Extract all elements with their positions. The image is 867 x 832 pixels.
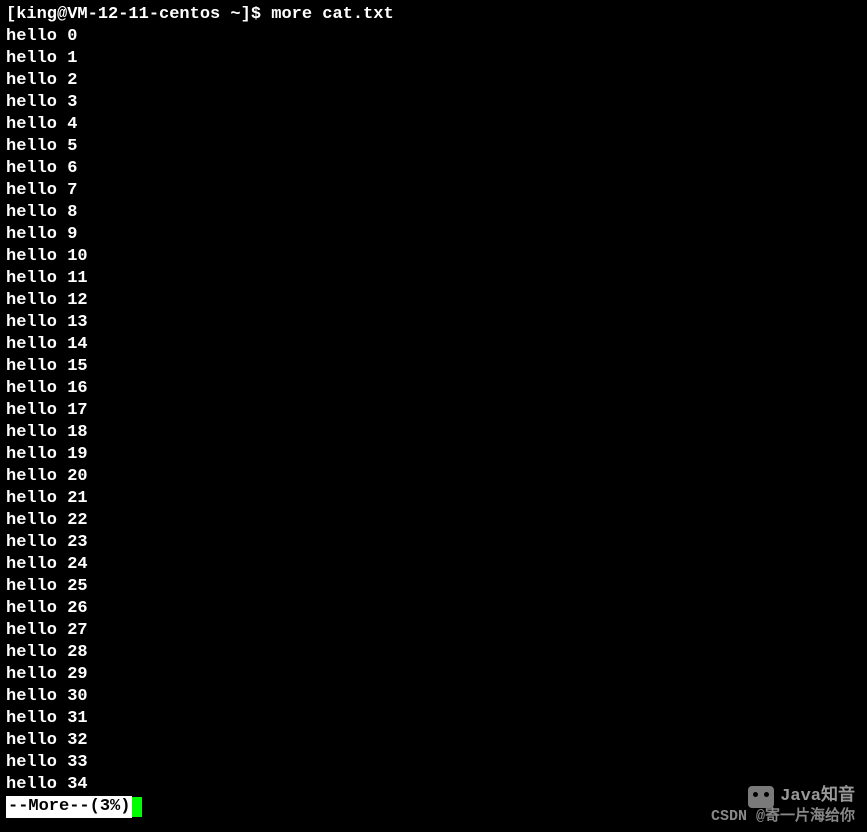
watermark-text-1: Java知音 — [780, 786, 855, 808]
output-line: hello 9 — [6, 224, 861, 246]
output-line: hello 30 — [6, 686, 861, 708]
output-line: hello 29 — [6, 664, 861, 686]
output-line: hello 32 — [6, 730, 861, 752]
output-line: hello 27 — [6, 620, 861, 642]
output-line: hello 28 — [6, 642, 861, 664]
file-content: hello 0hello 1hello 2hello 3hello 4hello… — [6, 26, 861, 796]
output-line: hello 33 — [6, 752, 861, 774]
cursor-icon — [132, 797, 142, 817]
output-line: hello 21 — [6, 488, 861, 510]
output-line: hello 17 — [6, 400, 861, 422]
output-line: hello 11 — [6, 268, 861, 290]
output-line: hello 22 — [6, 510, 861, 532]
output-line: hello 10 — [6, 246, 861, 268]
output-line: hello 5 — [6, 136, 861, 158]
output-line: hello 1 — [6, 48, 861, 70]
wechat-icon — [748, 786, 774, 808]
watermark-csdn: CSDN @寄一片海给你 — [711, 806, 855, 828]
more-progress-text: --More--(3%) — [6, 796, 132, 818]
output-line: hello 15 — [6, 356, 861, 378]
output-line: hello 4 — [6, 114, 861, 136]
output-line: hello 31 — [6, 708, 861, 730]
output-line: hello 0 — [6, 26, 861, 48]
output-line: hello 20 — [6, 466, 861, 488]
output-line: hello 14 — [6, 334, 861, 356]
output-line: hello 24 — [6, 554, 861, 576]
output-line: hello 16 — [6, 378, 861, 400]
terminal-output[interactable]: [king@VM-12-11-centos ~]$ more cat.txt h… — [0, 0, 867, 822]
output-line: hello 26 — [6, 598, 861, 620]
output-line: hello 18 — [6, 422, 861, 444]
watermark-java: Java知音 — [748, 786, 855, 808]
output-line: hello 13 — [6, 312, 861, 334]
output-line: hello 12 — [6, 290, 861, 312]
output-line: hello 8 — [6, 202, 861, 224]
output-line: hello 19 — [6, 444, 861, 466]
output-line: hello 2 — [6, 70, 861, 92]
output-line: hello 23 — [6, 532, 861, 554]
output-line: hello 34 — [6, 774, 861, 796]
command-prompt: [king@VM-12-11-centos ~]$ more cat.txt — [6, 4, 861, 26]
output-line: hello 6 — [6, 158, 861, 180]
output-line: hello 3 — [6, 92, 861, 114]
output-line: hello 7 — [6, 180, 861, 202]
output-line: hello 25 — [6, 576, 861, 598]
